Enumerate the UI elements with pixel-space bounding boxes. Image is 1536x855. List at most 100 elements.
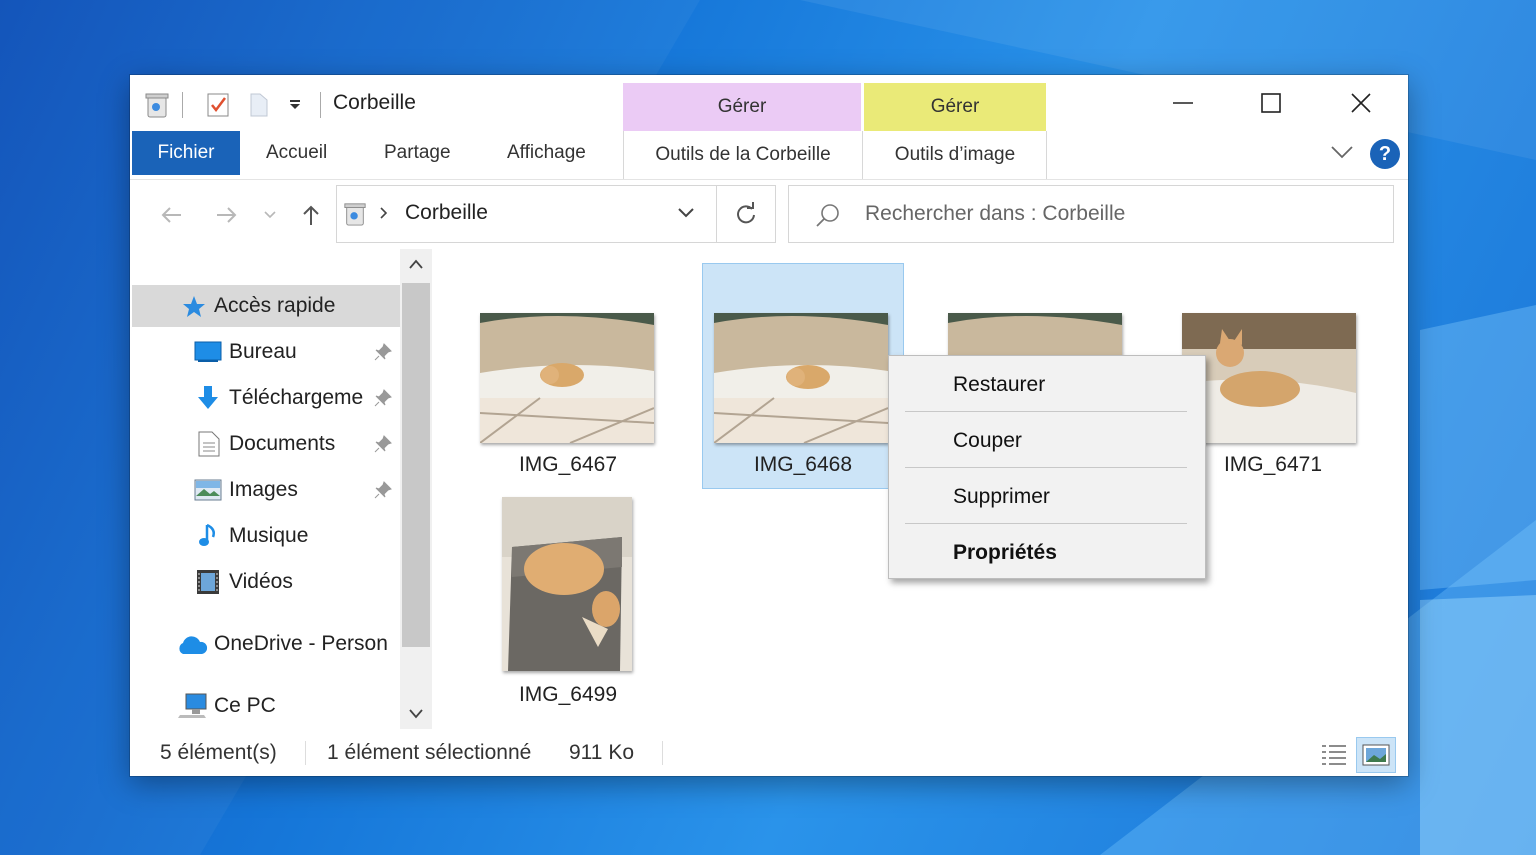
nav-images[interactable]: Images [130,469,400,511]
close-button[interactable] [1332,85,1390,121]
cloud-icon [179,636,208,654]
nav-bureau-label: Bureau [229,340,297,363]
up-button[interactable] [296,199,326,231]
image-thumbnail [1182,313,1356,443]
navigation-pane: Accès rapide Bureau Téléchargeme Documen… [130,249,430,729]
scrollbar-thumb[interactable] [402,283,430,647]
nav-telechargements-label: Téléchargeme [229,386,364,409]
tab-partage[interactable]: Partage [384,131,451,175]
tab-accueil[interactable]: Accueil [266,131,327,175]
maximize-button[interactable] [1242,85,1300,121]
help-button[interactable]: ? [1370,139,1400,169]
customize-toolbar-icon[interactable] [288,91,302,119]
document-icon [198,431,220,457]
selection-size: 911 Ko [569,741,634,764]
nav-videos-label: Vidéos [229,570,293,593]
pictures-icon [194,479,222,501]
menu-item-proprietes[interactable]: Propriétés [889,526,1205,580]
file-name: IMG_6468 [753,453,853,476]
arrow-right-icon [217,207,237,223]
help-icon: ? [1378,142,1392,165]
music-icon [199,523,215,546]
expand-ribbon-button[interactable] [1330,143,1354,166]
nav-videos[interactable]: Vidéos [130,561,400,603]
new-folder-icon[interactable] [248,91,270,119]
scroll-down-icon[interactable] [408,707,424,725]
desktop-icon [194,341,222,362]
maximize-icon [1261,93,1281,113]
file-item-selected[interactable]: IMG_6468 [702,263,904,489]
nav-documents-label: Documents [229,432,336,455]
large-icons-view-button[interactable] [1356,737,1396,773]
file-name: IMG_6499 [518,683,618,706]
search-icon [815,202,841,233]
search-placeholder: Rechercher dans : Corbeille [865,202,1126,225]
menu-item-couper[interactable]: Couper [889,414,1205,468]
manage-recycle-header: Gérer [623,83,861,131]
refresh-button[interactable] [716,185,776,243]
chevron-down-icon [264,211,276,219]
computer-icon [178,693,207,718]
address-bar[interactable]: Corbeille [336,185,776,243]
menu-item-supprimer[interactable]: Supprimer [889,470,1205,524]
video-icon [197,570,219,594]
nav-quick-access-label: Accès rapide [214,294,336,317]
recycle-bin-icon [144,91,170,119]
pin-icon[interactable] [374,435,392,453]
tab-outils-corbeille[interactable]: Outils de la Corbeille [623,131,863,179]
context-menu: Restaurer Couper Supprimer Propriétés [888,355,1206,579]
ribbon-tabs: Fichier Accueil Partage Affichage Outils… [130,131,1408,180]
nav-ce-pc-label: Ce PC [214,694,276,717]
nav-quick-access[interactable]: Accès rapide [132,285,400,327]
refresh-icon [737,202,755,224]
pin-icon[interactable] [374,389,392,407]
breadcrumb-location[interactable]: Corbeille [405,201,488,225]
nav-onedrive[interactable]: OneDrive - Person [130,623,400,665]
properties-icon[interactable] [206,91,230,119]
menu-item-restaurer[interactable]: Restaurer [889,358,1205,412]
item-count: 5 élément(s) [160,741,277,764]
nav-bureau[interactable]: Bureau [130,331,400,373]
arrow-up-icon [303,205,319,225]
nav-ce-pc[interactable]: Ce PC [130,685,400,727]
arrow-left-icon [161,207,181,223]
chevron-down-icon [678,208,694,218]
details-view-icon [1322,745,1346,765]
nav-musique-label: Musique [229,524,309,547]
file-explorer-window: Corbeille Gérer Gérer Fichier Accueil Pa… [130,75,1408,776]
nav-onedrive-label: OneDrive - Person [214,632,388,655]
tab-outils-image[interactable]: Outils d’image [864,131,1047,179]
windows-logo-glow [1420,305,1536,855]
window-title: Corbeille [333,91,416,114]
selection-info: 1 élément sélectionné [327,741,532,764]
minimize-button[interactable] [1154,85,1212,121]
minimize-icon [1173,102,1193,104]
close-icon [1351,93,1371,113]
chevron-down-icon [1331,146,1353,159]
nav-documents[interactable]: Documents [130,423,400,465]
file-item[interactable]: IMG_6499 [467,493,669,719]
pin-icon[interactable] [374,481,392,499]
manage-image-header: Gérer [864,83,1046,131]
tab-fichier[interactable]: Fichier [132,131,240,175]
status-bar: 5 élément(s) 1 élément sélectionné 911 K… [130,731,1408,776]
search-box[interactable]: Rechercher dans : Corbeille [788,185,1394,243]
nav-images-label: Images [229,478,298,501]
forward-button[interactable] [212,199,242,231]
pin-icon[interactable] [374,343,392,361]
scroll-up-icon[interactable] [408,257,424,275]
back-button[interactable] [156,199,186,231]
file-item[interactable]: IMG_6467 [467,263,669,489]
image-thumbnail [480,313,654,443]
image-thumbnail [714,313,888,443]
nav-scrollbar[interactable] [400,249,432,729]
nav-musique[interactable]: Musique [130,515,400,557]
recent-locations-button[interactable] [260,199,280,231]
tab-affichage[interactable]: Affichage [507,131,586,175]
download-icon [198,386,218,409]
recycle-bin-icon [343,200,367,233]
nav-telechargements[interactable]: Téléchargeme [130,377,400,419]
large-icons-view-icon [1362,744,1390,766]
address-dropdown-button[interactable] [677,206,695,225]
details-view-button[interactable] [1314,737,1354,773]
